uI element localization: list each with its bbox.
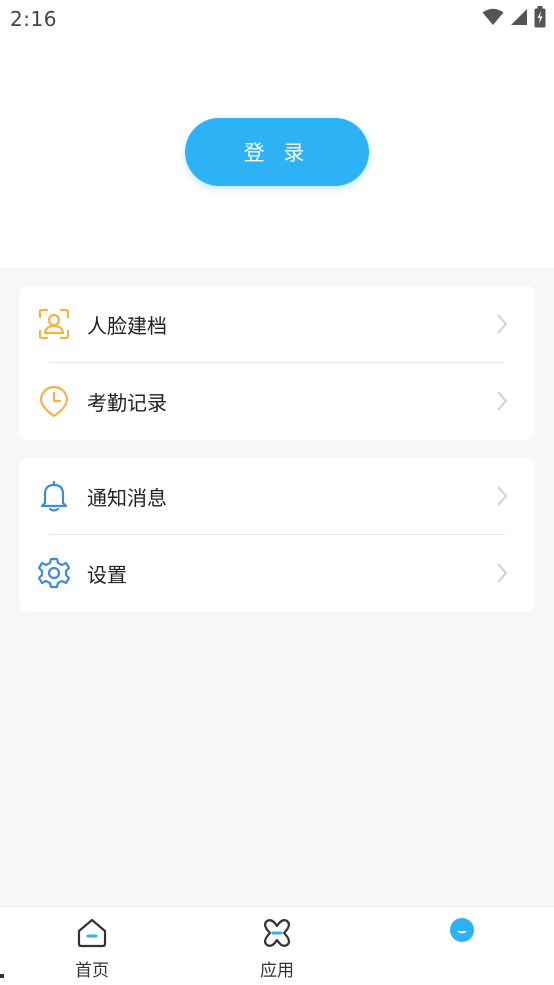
menu-item-settings[interactable]: 设置 [19, 535, 535, 611]
battery-charging-icon [534, 6, 546, 32]
gear-icon [37, 556, 71, 590]
menu-item-label: 设置 [87, 563, 127, 587]
login-button[interactable]: 登 录 [185, 118, 369, 186]
menu-item-notifications[interactable]: 通知消息 [19, 458, 535, 534]
tab-label: 首页 [75, 961, 109, 981]
bell-icon [37, 479, 71, 513]
menu-item-attendance[interactable]: 考勤记录 [19, 363, 535, 439]
signal-icon [510, 8, 528, 30]
mine-icon [446, 917, 478, 949]
wifi-icon [482, 8, 504, 30]
chevron-right-icon [495, 562, 509, 584]
menu-item-label: 人脸建档 [87, 314, 167, 338]
menu-item-face-profile[interactable]: 人脸建档 [19, 286, 535, 362]
profile-header: 登 录 [0, 38, 554, 268]
status-icons [482, 6, 546, 32]
tab-mine[interactable] [370, 907, 554, 985]
clock-icon [37, 384, 71, 418]
chevron-right-icon [495, 313, 509, 335]
bottom-tab-bar: 首页 应用 [0, 906, 554, 985]
chevron-right-icon [495, 485, 509, 507]
menu-card-2: 通知消息 设置 [19, 458, 535, 612]
menu-card-1: 人脸建档 考勤记录 [19, 286, 535, 440]
apps-icon [261, 917, 293, 949]
tab-home[interactable]: 首页 [0, 907, 184, 985]
status-time: 2:16 [10, 7, 57, 31]
menu-item-label: 考勤记录 [87, 391, 167, 415]
tab-apps[interactable]: 应用 [185, 907, 369, 985]
tab-label: 应用 [260, 961, 294, 981]
home-icon [76, 917, 108, 949]
face-profile-icon [37, 307, 71, 341]
chevron-right-icon [495, 390, 509, 412]
status-bar: 2:16 [0, 0, 554, 38]
edge-mark [0, 974, 4, 978]
menu-item-label: 通知消息 [87, 486, 167, 510]
